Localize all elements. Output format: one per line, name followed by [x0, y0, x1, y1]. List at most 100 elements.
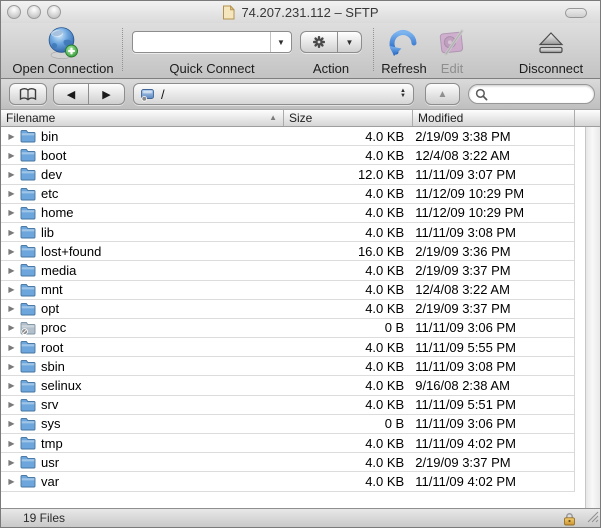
file-size: 4.0 KB	[282, 455, 410, 470]
folder-icon	[20, 398, 37, 412]
disclosure-icon[interactable]: ▶	[6, 151, 17, 160]
vertical-scrollbar[interactable]	[585, 127, 600, 508]
zoom-button[interactable]	[47, 5, 61, 19]
disclosure-icon[interactable]: ▶	[6, 266, 17, 275]
column-header-size[interactable]: Size	[283, 110, 412, 126]
table-row[interactable]: ▶ home 4.0 KB 11/12/09 10:29 PM	[1, 204, 574, 223]
table-row[interactable]: ▶ sbin 4.0 KB 11/11/09 3:08 PM	[1, 357, 574, 376]
file-modified: 2/19/09 3:37 PM	[410, 263, 574, 278]
file-name: var	[41, 474, 282, 489]
action-button[interactable]	[300, 31, 338, 53]
disclosure-icon[interactable]: ▶	[6, 189, 17, 198]
folder-icon	[20, 474, 37, 488]
back-button[interactable]: ◀	[53, 83, 89, 105]
file-size: 4.0 KB	[282, 301, 410, 316]
file-size: 4.0 KB	[282, 205, 410, 220]
file-modified: 11/12/09 10:29 PM	[410, 205, 574, 220]
disclosure-icon[interactable]: ▶	[6, 208, 17, 217]
disclosure-icon[interactable]: ▶	[6, 439, 17, 448]
search-input[interactable]	[491, 86, 585, 102]
quick-connect-label: Quick Connect	[169, 62, 254, 76]
forward-button[interactable]: ▶	[89, 83, 125, 105]
file-modified: 12/4/08 3:22 AM	[410, 282, 574, 297]
file-name: sbin	[41, 359, 282, 374]
go-up-button[interactable]: ▲	[425, 83, 460, 105]
disclosure-icon[interactable]: ▶	[6, 228, 17, 237]
disclosure-icon[interactable]: ▶	[6, 304, 17, 313]
file-name: usr	[41, 455, 282, 470]
disclosure-icon[interactable]: ▶	[6, 477, 17, 486]
disclosure-icon[interactable]: ▶	[6, 323, 17, 332]
column-header-modified[interactable]: Modified	[412, 110, 574, 126]
traffic-lights	[7, 5, 61, 19]
path-popup[interactable]: / ▲▼	[133, 83, 414, 105]
titlebar[interactable]: 74.207.231.112 – SFTP	[1, 1, 600, 23]
table-row[interactable]: ▶ dev 12.0 KB 11/11/09 3:07 PM	[1, 165, 574, 184]
disclosure-icon[interactable]: ▶	[6, 400, 17, 409]
table-row[interactable]: ▶ root 4.0 KB 11/11/09 5:55 PM	[1, 338, 574, 357]
search-icon	[475, 88, 488, 101]
file-size: 4.0 KB	[282, 282, 410, 297]
folder-icon	[20, 167, 37, 181]
folder-icon	[20, 187, 37, 201]
open-connection-label: Open Connection	[12, 62, 113, 76]
disclosure-icon[interactable]: ▶	[6, 170, 17, 179]
search-field[interactable]	[468, 84, 595, 104]
table-row[interactable]: ▶ boot 4.0 KB 12/4/08 3:22 AM	[1, 146, 574, 165]
refresh-icon	[388, 26, 420, 60]
file-list: ▶ bin 4.0 KB 2/19/09 3:38 PM ▶	[1, 127, 575, 492]
file-name: proc	[41, 320, 282, 335]
toolbar-separator	[373, 28, 374, 71]
file-size: 0 B	[282, 320, 410, 335]
file-size: 4.0 KB	[282, 436, 410, 451]
eject-icon	[536, 26, 566, 60]
table-row[interactable]: ▶ selinux 4.0 KB 9/16/08 2:38 AM	[1, 376, 574, 395]
table-row[interactable]: ▶ usr 4.0 KB 2/19/09 3:37 PM	[1, 453, 574, 472]
disclosure-icon[interactable]: ▶	[6, 247, 17, 256]
folder-icon	[20, 283, 37, 297]
disclosure-icon[interactable]: ▶	[6, 458, 17, 467]
table-row[interactable]: ▶ sys 0 B 11/11/09 3:06 PM	[1, 415, 574, 434]
bookmarks-button[interactable]	[9, 83, 47, 105]
open-connection-button[interactable]: Open Connection	[7, 26, 119, 76]
edit-button-disabled: Edit	[431, 26, 473, 76]
disconnect-label: Disconnect	[519, 62, 583, 76]
table-row[interactable]: ▶ bin 4.0 KB 2/19/09 3:38 PM	[1, 127, 574, 146]
table-header: Filename ▲ Size Modified	[1, 110, 600, 127]
table-row[interactable]: ▶ var 4.0 KB 11/11/09 4:02 PM	[1, 472, 574, 491]
current-path: /	[161, 87, 400, 102]
table-row[interactable]: ▶ lost+found 16.0 KB 2/19/09 3:36 PM	[1, 242, 574, 261]
quick-connect-combobox[interactable]: ▼	[132, 31, 292, 53]
resize-grip[interactable]	[586, 510, 599, 526]
disconnect-button[interactable]: Disconnect	[506, 26, 596, 76]
action-dropdown-button[interactable]: ▼	[338, 31, 362, 53]
table-row[interactable]: ▶ mnt 4.0 KB 12/4/08 3:22 AM	[1, 281, 574, 300]
column-header-filename[interactable]: Filename ▲	[1, 110, 283, 126]
table-row[interactable]: ▶ lib 4.0 KB 11/11/09 3:08 PM	[1, 223, 574, 242]
file-size: 4.0 KB	[282, 359, 410, 374]
file-name: srv	[41, 397, 282, 412]
close-button[interactable]	[7, 5, 21, 19]
disclosure-icon[interactable]: ▶	[6, 419, 17, 428]
table-row[interactable]: ▶ etc 4.0 KB 11/12/09 10:29 PM	[1, 185, 574, 204]
file-name: media	[41, 263, 282, 278]
toolbar-toggle-button[interactable]	[565, 8, 587, 18]
disclosure-icon[interactable]: ▶	[6, 381, 17, 390]
file-name: opt	[41, 301, 282, 316]
quick-connect-value[interactable]	[133, 32, 270, 52]
table-row[interactable]: ▶ opt 4.0 KB 2/19/09 3:37 PM	[1, 300, 574, 319]
disclosure-icon[interactable]: ▶	[6, 362, 17, 371]
file-size: 0 B	[282, 416, 410, 431]
refresh-button[interactable]: Refresh	[379, 26, 429, 76]
table-row[interactable]: ▶ tmp 4.0 KB 11/11/09 4:02 PM	[1, 434, 574, 453]
table-row[interactable]: ▶ media 4.0 KB 2/19/09 3:37 PM	[1, 261, 574, 280]
folder-icon	[20, 436, 37, 450]
disclosure-icon[interactable]: ▶	[6, 132, 17, 141]
minimize-button[interactable]	[27, 5, 41, 19]
file-name: root	[41, 340, 282, 355]
table-row[interactable]: ▶ srv 4.0 KB 11/11/09 5:51 PM	[1, 396, 574, 415]
disclosure-icon[interactable]: ▶	[6, 285, 17, 294]
quick-connect-dropdown-icon[interactable]: ▼	[270, 32, 291, 52]
table-row[interactable]: ▶ proc 0 B 11/11/09 3:06 PM	[1, 319, 574, 338]
disclosure-icon[interactable]: ▶	[6, 343, 17, 352]
